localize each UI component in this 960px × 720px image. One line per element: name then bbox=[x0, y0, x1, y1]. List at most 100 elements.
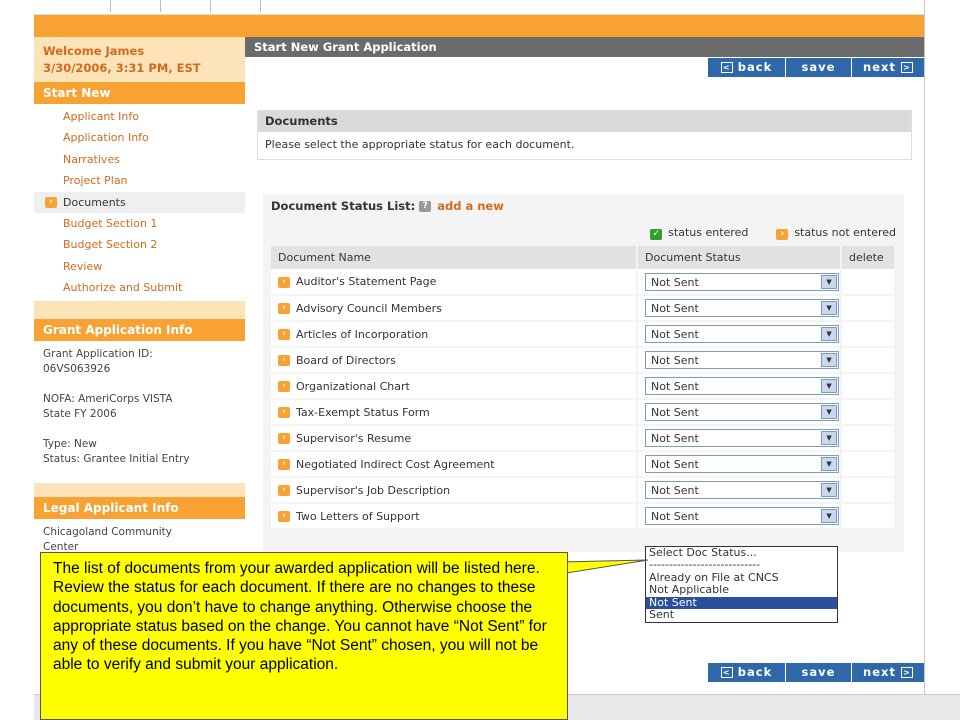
chevron-down-icon[interactable]: ▼ bbox=[821, 301, 838, 315]
legal-name-line1: Chicagoland Community bbox=[43, 525, 172, 538]
sidebar-item-applicant-info[interactable]: Applicant Info bbox=[34, 106, 245, 127]
document-name-cell: › Auditor's Statement Page bbox=[271, 269, 639, 296]
table-row: › Two Letters of Support Not Sent ▼ bbox=[271, 503, 896, 530]
sidebar-item-budget-section-2[interactable]: Budget Section 2 bbox=[34, 234, 245, 255]
dropdown-option[interactable]: Already on File at CNCS bbox=[646, 572, 837, 584]
back-button[interactable]: < back bbox=[708, 58, 786, 77]
sidebar-item-review[interactable]: Review bbox=[34, 256, 245, 277]
outer-left-margin bbox=[0, 0, 34, 720]
next-button-label: next bbox=[863, 60, 896, 74]
chevron-down-icon[interactable]: ▼ bbox=[821, 327, 838, 341]
table-row: › Supervisor's Resume Not Sent ▼ bbox=[271, 425, 896, 452]
grant-info-block: Grant Application ID: 06VS063926 NOFA: A… bbox=[34, 341, 245, 483]
document-status-select[interactable]: Not Sent ▼ bbox=[645, 429, 840, 447]
help-icon[interactable]: ? bbox=[419, 201, 432, 212]
toolbar-divider bbox=[210, 0, 211, 12]
next-button[interactable]: next > bbox=[852, 663, 924, 682]
dropdown-option[interactable]: Select Doc Status... bbox=[646, 547, 837, 559]
save-button[interactable]: save bbox=[786, 58, 852, 77]
arrow-right-icon: › bbox=[278, 355, 290, 366]
document-status-select[interactable]: Not Sent ▼ bbox=[645, 481, 840, 499]
add-new-link[interactable]: add a new bbox=[437, 199, 504, 213]
chevron-down-icon[interactable]: ▼ bbox=[821, 379, 838, 393]
chevron-down-icon[interactable]: ▼ bbox=[821, 483, 838, 497]
select-value: Not Sent bbox=[651, 510, 699, 523]
document-status-select[interactable]: Not Sent ▼ bbox=[645, 299, 840, 317]
sidebar-item-project-plan[interactable]: Project Plan bbox=[34, 170, 245, 191]
chevron-down-icon[interactable]: ▼ bbox=[821, 431, 838, 445]
toolbar-divider bbox=[160, 0, 161, 12]
chevron-down-icon[interactable]: ▼ bbox=[821, 274, 838, 289]
save-button[interactable]: save bbox=[786, 663, 852, 682]
sidebar-item-label: Authorize and Submit bbox=[63, 281, 183, 295]
document-status-select[interactable]: Not Sent ▼ bbox=[645, 325, 840, 343]
sidebar-item-authorize-submit[interactable]: Authorize and Submit bbox=[34, 277, 245, 298]
sidebar-item-application-info[interactable]: Application Info bbox=[34, 127, 245, 148]
table-row: › Negotiated Indirect Cost Agreement Not … bbox=[271, 451, 896, 478]
document-name-cell: › Tax-Exempt Status Form bbox=[271, 399, 639, 426]
legend-entered-label: status entered bbox=[668, 226, 749, 239]
arrow-right-icon: › bbox=[278, 485, 290, 496]
type-line: Type: New bbox=[43, 437, 97, 450]
back-button[interactable]: < back bbox=[708, 663, 786, 682]
status-dropdown-list: Select Doc Status... -------------------… bbox=[645, 546, 838, 623]
document-status-select[interactable]: Not Sent ▼ bbox=[645, 455, 840, 473]
document-name: Articles of Incorporation bbox=[296, 327, 429, 341]
dropdown-option-selected[interactable]: Not Sent bbox=[646, 596, 837, 609]
dropdown-option[interactable]: Not Applicable bbox=[646, 584, 837, 596]
top-toolbar-strip bbox=[34, 0, 924, 15]
document-name: Supervisor's Job Description bbox=[296, 483, 451, 497]
sidebar-item-budget-section-1[interactable]: Budget Section 1 bbox=[34, 213, 245, 234]
start-new-heading: Start New bbox=[34, 82, 245, 104]
legal-info-heading: Legal Applicant Info bbox=[34, 496, 245, 519]
arrow-right-icon: › bbox=[278, 276, 290, 288]
bottom-button-bar: < back save next > bbox=[708, 663, 924, 682]
sidebar-item-narratives[interactable]: Narratives bbox=[34, 149, 245, 170]
arrow-right-icon: › bbox=[278, 511, 290, 522]
toolbar-divider bbox=[110, 0, 111, 12]
document-status-select[interactable]: Not Sent ▼ bbox=[645, 351, 840, 369]
chevron-down-icon[interactable]: ▼ bbox=[821, 353, 838, 367]
next-button-label: next bbox=[863, 665, 896, 679]
instruction-callout: The list of documents from your awarded … bbox=[40, 552, 568, 720]
select-value: Not Sent bbox=[651, 354, 699, 367]
document-name: Two Letters of Support bbox=[296, 509, 420, 523]
grant-id-label: Grant Application ID: bbox=[43, 347, 153, 360]
document-status-select[interactable]: Not Sent ▼ bbox=[645, 377, 840, 395]
chevron-down-icon[interactable]: ▼ bbox=[821, 509, 838, 523]
sidebar-nav: Applicant Info Application Info Narrativ… bbox=[34, 104, 245, 299]
sidebar-item-documents[interactable]: › Documents bbox=[34, 191, 245, 213]
back-button-label: back bbox=[737, 665, 773, 679]
document-status-select[interactable]: Not Sent ▼ bbox=[645, 403, 840, 421]
document-name: Board of Directors bbox=[296, 353, 396, 367]
dropdown-option[interactable]: Sent bbox=[646, 609, 837, 621]
back-arrow-icon: < bbox=[720, 62, 733, 73]
document-status-cell: Not Sent ▼ bbox=[637, 425, 843, 452]
delete-cell bbox=[841, 425, 896, 452]
document-status-select[interactable]: Not Sent ▼ bbox=[645, 272, 840, 291]
document-name: Auditor's Statement Page bbox=[296, 275, 437, 288]
document-status-select[interactable]: Not Sent ▼ bbox=[645, 507, 840, 525]
chevron-down-icon[interactable]: ▼ bbox=[821, 457, 838, 471]
column-header-status: Document Status bbox=[637, 246, 843, 269]
toolbar-divider bbox=[260, 0, 261, 12]
sidebar-item-label: Application Info bbox=[63, 131, 149, 145]
table-row: › Organizational Chart Not Sent ▼ bbox=[271, 373, 896, 400]
back-arrow-icon: < bbox=[720, 667, 733, 678]
document-name-cell: › Board of Directors bbox=[271, 347, 639, 374]
dropdown-option[interactable]: ---------------------------- bbox=[646, 559, 837, 571]
next-button[interactable]: next > bbox=[852, 58, 924, 77]
list-title: Document Status List: bbox=[271, 199, 416, 213]
delete-cell bbox=[841, 451, 896, 478]
document-name-cell: › Organizational Chart bbox=[271, 373, 639, 400]
table-row: › Supervisor's Job Description Not Sent ▼ bbox=[271, 477, 896, 504]
chevron-down-icon[interactable]: ▼ bbox=[821, 405, 838, 419]
documents-heading: Documents bbox=[258, 111, 911, 132]
column-header-name: Document Name bbox=[271, 246, 639, 269]
sidebar-item-label: Applicant Info bbox=[63, 110, 139, 123]
header-band bbox=[34, 15, 924, 37]
sidebar-separator bbox=[34, 482, 245, 497]
outer-right-margin bbox=[924, 0, 960, 720]
document-status-cell: Not Sent ▼ bbox=[637, 451, 843, 478]
check-icon: ✓ bbox=[650, 229, 663, 240]
